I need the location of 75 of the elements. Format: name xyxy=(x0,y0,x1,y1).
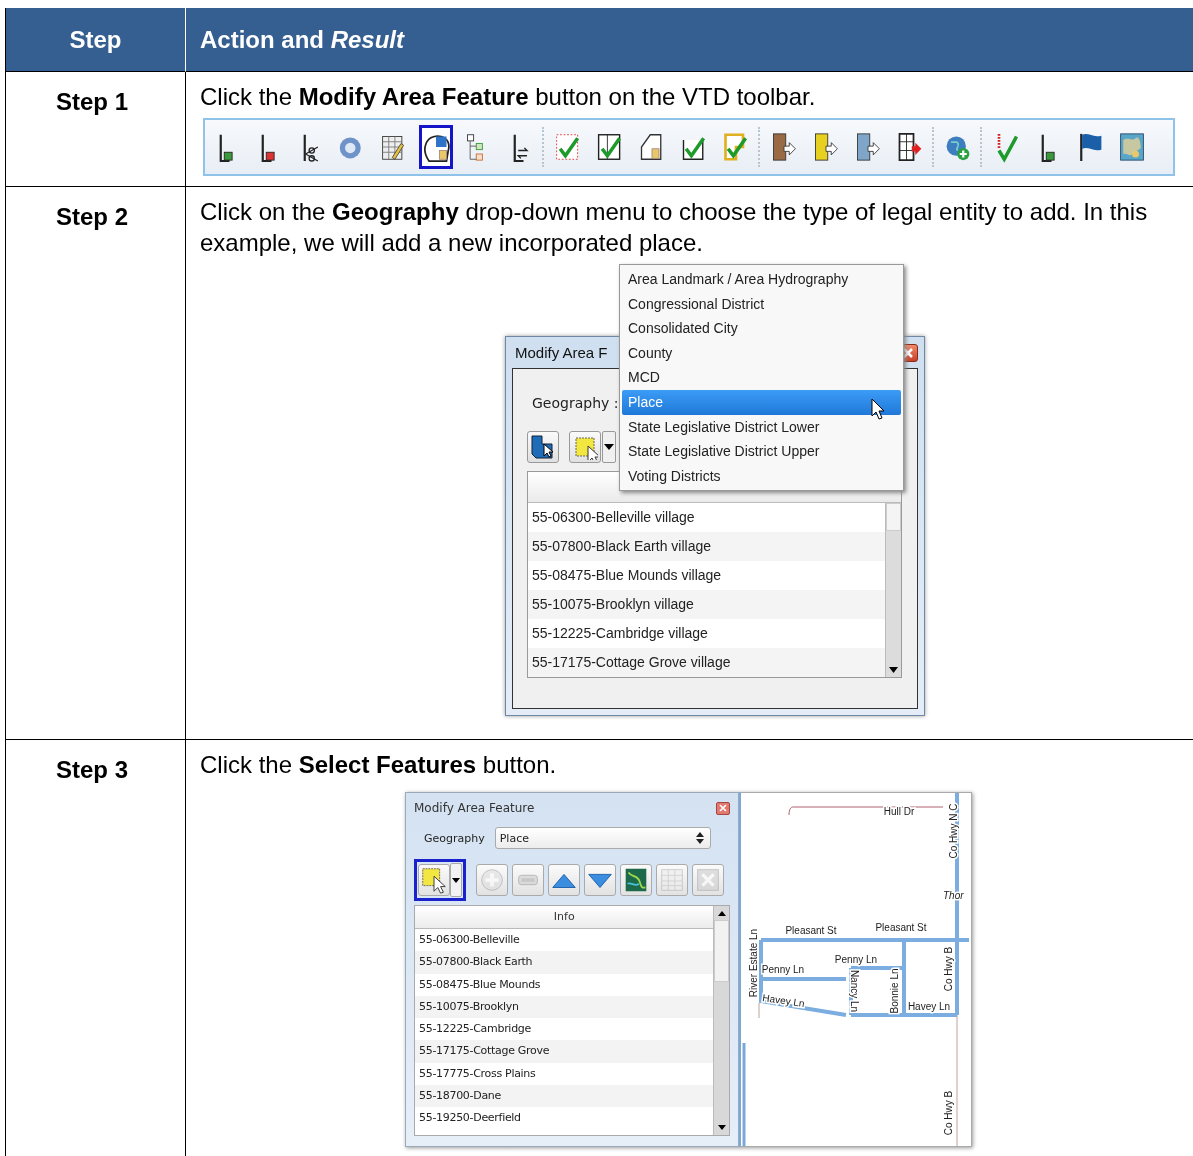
dialog-title: Modify Area F xyxy=(514,344,608,361)
list-item[interactable]: 55-07800-Black Earth xyxy=(415,951,714,974)
check-icon xyxy=(722,130,750,164)
map-icon xyxy=(1118,130,1146,164)
field-label: Geography : xyxy=(531,395,619,411)
shape-select-button[interactable] xyxy=(527,431,559,463)
step-label: Step 1 xyxy=(56,88,129,115)
select-features-icon xyxy=(419,865,449,895)
list-item[interactable]: 55-19250-Deerfield xyxy=(415,1107,714,1130)
field-label: Geography xyxy=(424,831,485,845)
step-label: Step 2 xyxy=(56,203,129,230)
list-item[interactable]: 55-07800-Black Earth village xyxy=(528,532,885,561)
door-arrow-icon xyxy=(896,130,924,164)
list-item[interactable]: 55-17175-Cottage Grove xyxy=(415,1040,714,1063)
dropdown-button[interactable] xyxy=(602,431,616,463)
close-button[interactable] xyxy=(716,801,731,815)
up-arrow-icon xyxy=(717,911,726,916)
scroll-thumb[interactable] xyxy=(714,920,730,982)
road-label: Pleasant St xyxy=(875,922,927,933)
road-label: Hull Dr xyxy=(884,806,915,817)
road-label: Nancy Ln xyxy=(849,969,861,1013)
up-down-arrows-icon xyxy=(695,832,704,844)
road-label: Penny Ln xyxy=(835,954,878,965)
menu-item[interactable]: County xyxy=(622,340,901,366)
door-arrow-icon xyxy=(770,130,798,164)
road-label: Havey Ln xyxy=(762,992,806,1009)
menu-item[interactable]: Congressional District xyxy=(622,291,901,317)
road-label: Co Hwy B xyxy=(943,946,955,992)
select-features-button[interactable] xyxy=(414,859,466,901)
list-item[interactable]: 55-17175-Cottage Grove village xyxy=(528,648,885,677)
menu-item[interactable]: MCD xyxy=(622,365,901,390)
close-icon xyxy=(719,804,728,812)
instruction-text: Click the Select Features button. xyxy=(200,750,558,780)
menu-item[interactable]: Voting Districts xyxy=(622,463,901,489)
step-label: Step 3 xyxy=(56,756,129,783)
menu-item[interactable]: Area Landmark / Area Hydrography xyxy=(622,267,901,292)
list-item[interactable]: 55-12225-Cambridge xyxy=(415,1018,714,1041)
toolbar-button[interactable] xyxy=(620,864,652,896)
list-item[interactable]: 55-17775-Cross Plains xyxy=(415,1062,714,1086)
list-item[interactable]: 55-18700-Dane xyxy=(415,1085,714,1108)
toolbar-button[interactable] xyxy=(419,125,453,169)
list-item[interactable]: 55-12225-Cambridge village xyxy=(528,619,885,648)
list-item[interactable]: 55-10075-Brooklyn xyxy=(415,995,714,1019)
instruction-text: Click on the Geography drop-down menu to choose the type of legal entity to add. In this example, we will add a new incorporated place. xyxy=(200,197,1149,258)
select-features-icon xyxy=(572,434,598,460)
column-header: Step xyxy=(69,25,122,54)
scroll-thumb[interactable] xyxy=(886,503,901,531)
dialog-title: Modify Area Feature xyxy=(414,801,535,815)
road-label: River Estate Ln xyxy=(748,928,760,998)
shape-cursor-icon xyxy=(530,434,556,460)
road-label: Co Hwy B xyxy=(943,1090,955,1136)
menu-item[interactable]: Consolidated City xyxy=(622,316,901,341)
geography-select[interactable]: Place xyxy=(494,827,711,849)
list-item[interactable]: 55-10075-Brooklyn village xyxy=(528,590,885,619)
list-item[interactable]: 55-08475-Blue Mounds village xyxy=(528,561,885,590)
caret-icon xyxy=(604,444,614,450)
road-label: Co Hwy N C xyxy=(948,803,960,859)
down-arrow-icon xyxy=(889,667,898,673)
road-label: Bonnie Ln xyxy=(889,968,901,1014)
cursor-icon xyxy=(871,397,885,420)
door-arrow-icon xyxy=(854,130,882,164)
scrollbar[interactable] xyxy=(713,906,730,1135)
list-item[interactable]: 55-08475-Blue Mounds xyxy=(415,973,714,996)
instruction-text: Click the Modify Area Feature button on the VTD toolbar. xyxy=(200,82,817,112)
door-arrow-icon xyxy=(812,130,840,164)
down-arrow-icon xyxy=(717,1125,726,1130)
scrollbar[interactable] xyxy=(885,503,901,677)
list-item[interactable]: 55-06300-Belleville village xyxy=(528,503,885,532)
menu-item[interactable]: State Legislative District Lower xyxy=(622,414,901,440)
road-label: Pleasant St xyxy=(785,925,837,936)
menu-item[interactable]: State Legislative District Upper xyxy=(622,439,901,464)
list-item[interactable]: 55-06300-Belleville xyxy=(415,929,714,952)
caret-icon xyxy=(452,877,460,883)
column-header: Action and Result xyxy=(200,25,405,54)
road-label: Havey Ln xyxy=(908,1001,951,1012)
